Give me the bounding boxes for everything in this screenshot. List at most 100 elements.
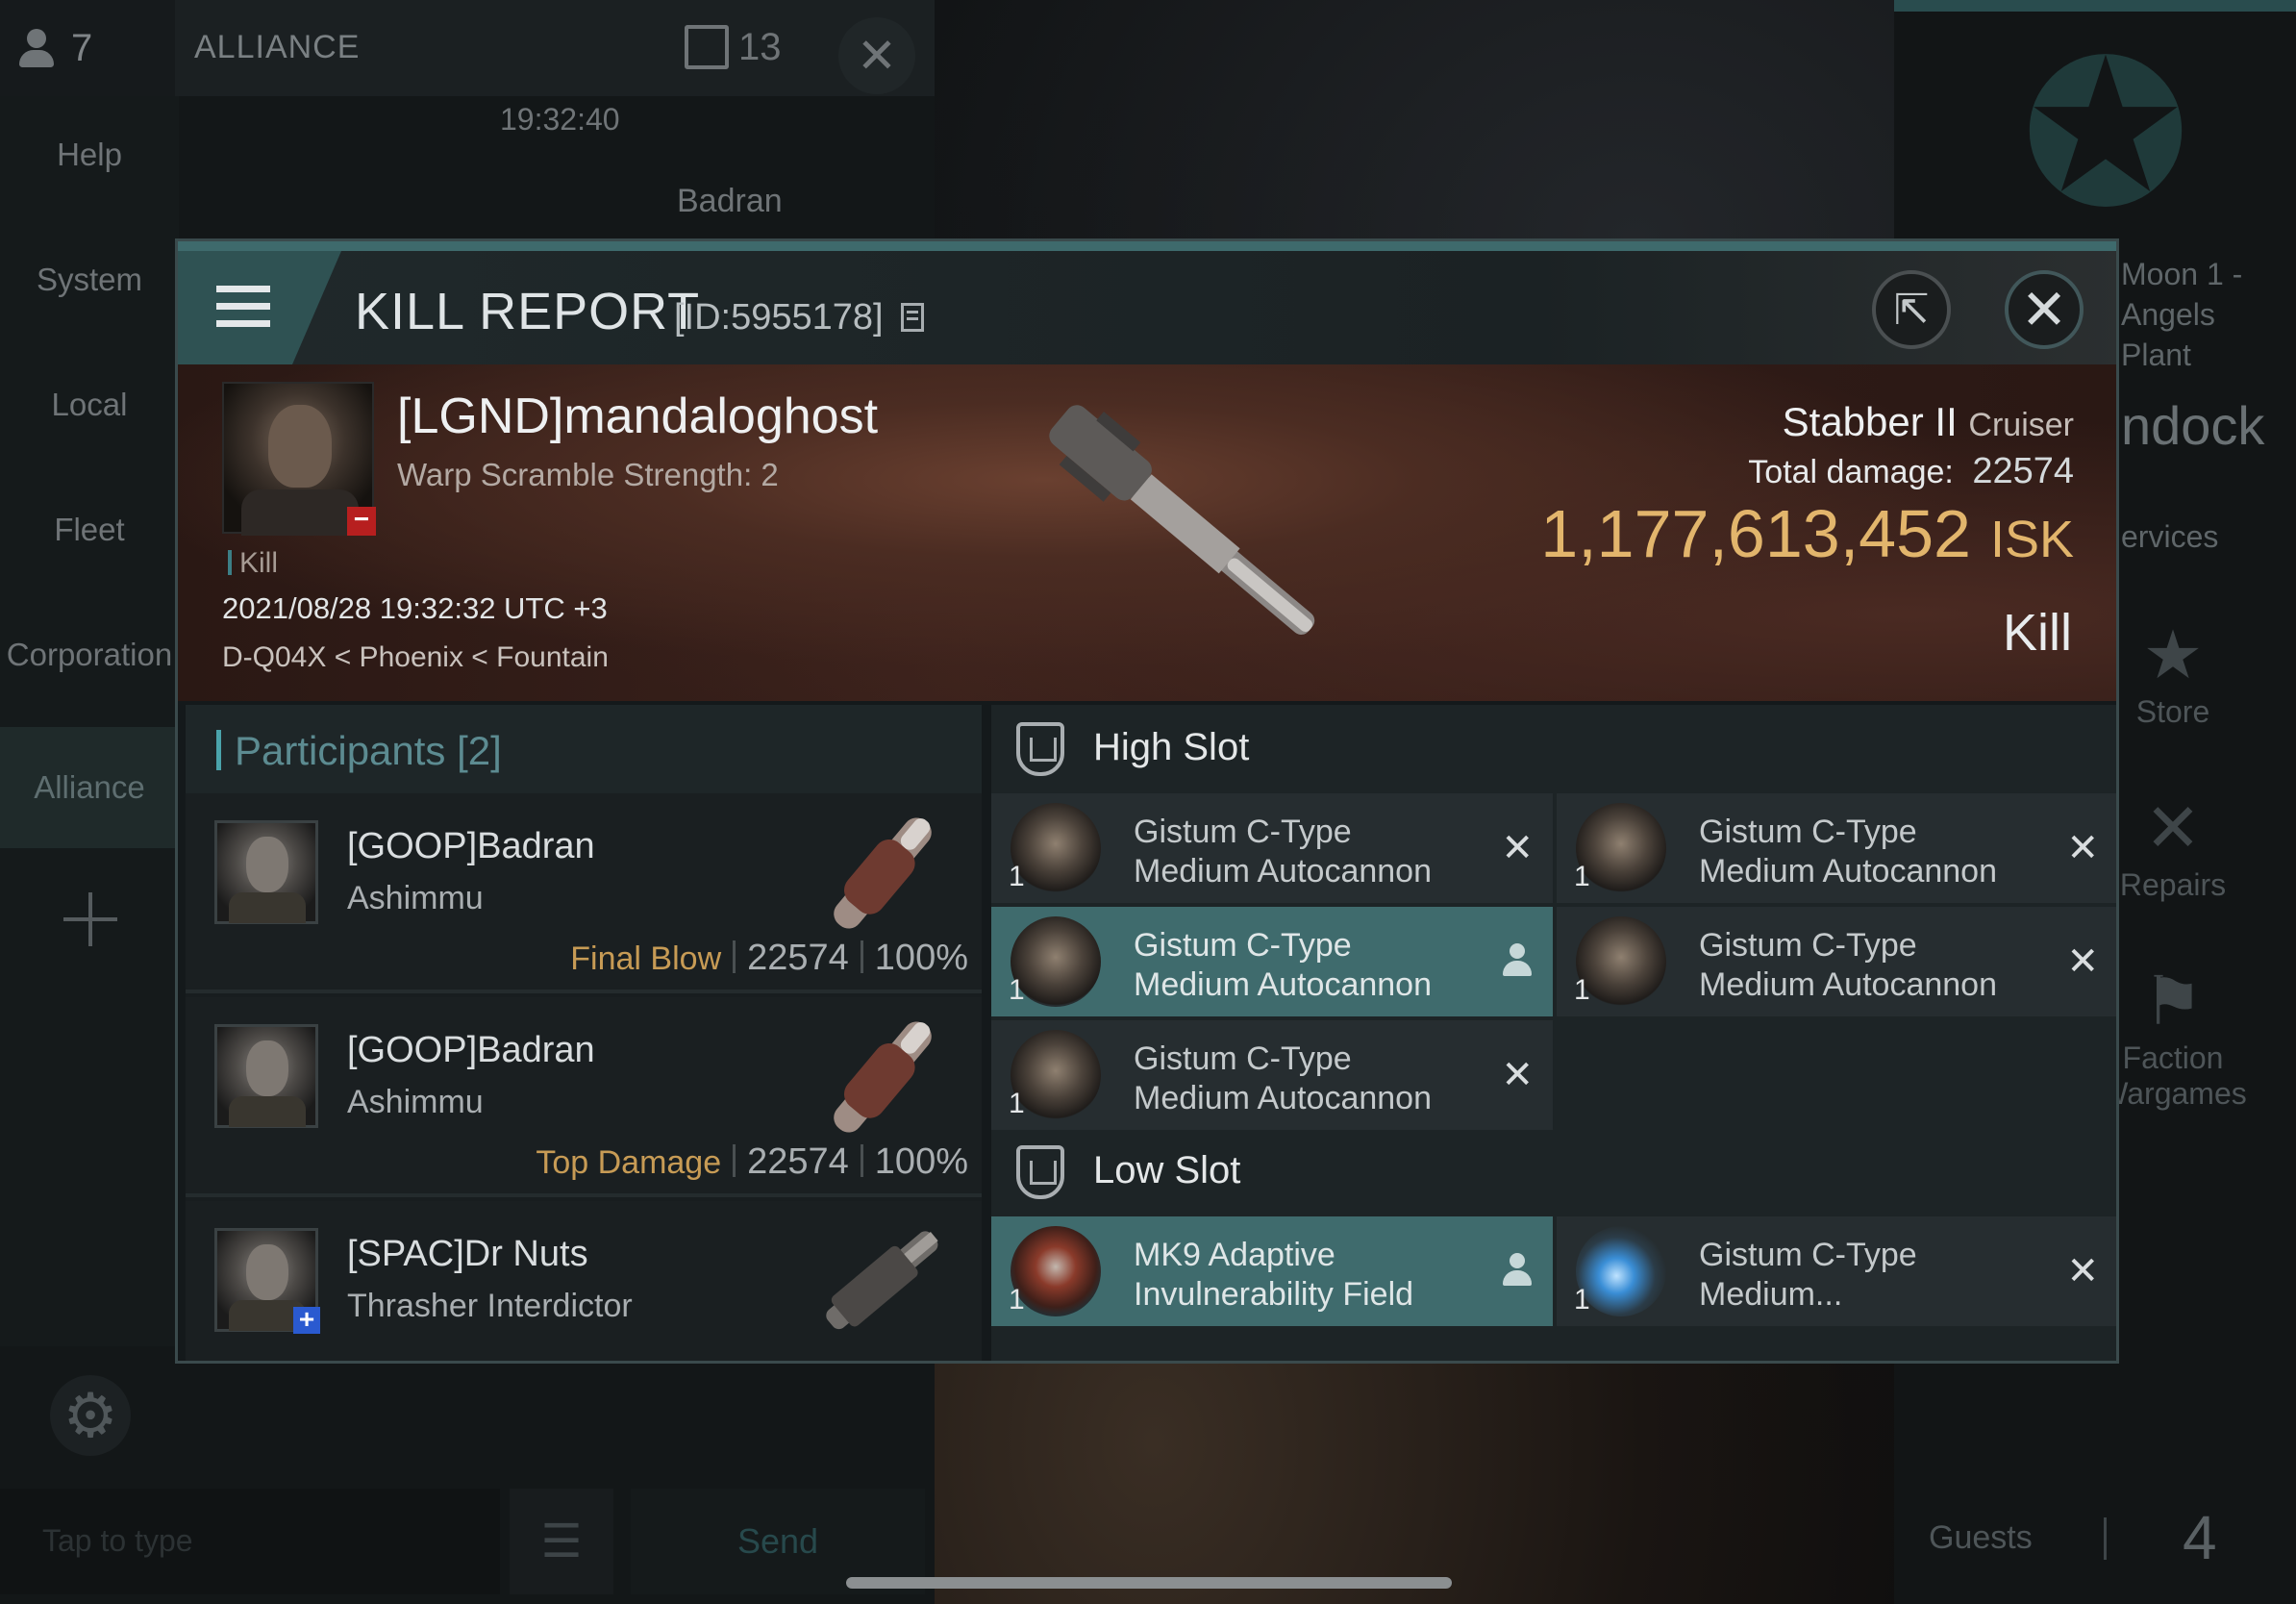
module-quantity: 1: [1009, 1088, 1025, 1119]
participants-panel: Participants [2] [GOOP]Badran Ashimmu Fi…: [186, 705, 982, 1361]
kill-banner: − [LGND]mandaloghost Warp Scramble Stren…: [178, 364, 2116, 701]
share-button[interactable]: ⇱: [1872, 270, 1951, 349]
avatar[interactable]: [214, 1024, 318, 1128]
message-icon: [685, 25, 729, 69]
chat-channel-list: Help System Local Fleet Corporation Alli…: [0, 96, 179, 1346]
faction-star-icon: ✪: [2021, 21, 2190, 247]
services-label: ervices: [2121, 519, 2219, 554]
home-indicator[interactable]: [846, 1577, 1452, 1589]
guests-label: Guests: [1929, 1519, 2033, 1556]
module-name-line: Invulnerability Field: [1134, 1276, 1414, 1313]
victim-ship-image[interactable]: [1005, 374, 1351, 691]
module-item[interactable]: 1 Gistum C-Type Medium Autocannon: [991, 907, 1553, 1016]
participant-name: [GOOP]Badran: [347, 1030, 595, 1070]
top-damage-tag: Top Damage: [536, 1144, 722, 1181]
chat-message-count: 13: [738, 25, 782, 68]
participant-ship-image: [834, 1021, 932, 1133]
participant-row[interactable]: [GOOP]Badran Ashimmu Final Blow 22574 100%: [186, 793, 982, 993]
chat-menu-button[interactable]: ☰: [510, 1489, 613, 1594]
isk-unit: ISK: [1989, 511, 2074, 568]
list-icon: ☰: [540, 1516, 583, 1567]
module-name-line: Gistum C-Type: [1134, 814, 1352, 850]
chat-message-counter[interactable]: 13: [685, 25, 782, 69]
menu-button[interactable]: [178, 251, 341, 364]
station-name: Moon 1 - Angels Plant: [2121, 254, 2242, 375]
channel-system[interactable]: System: [0, 262, 179, 298]
result-label: Kill: [2002, 604, 2072, 662]
avatar[interactable]: [214, 820, 318, 924]
module-name-line: Gistum C-Type: [1699, 1237, 1917, 1273]
undock-button[interactable]: ndock: [2121, 394, 2264, 457]
destroyed-icon: ✕: [1501, 1054, 1534, 1096]
final-blow-tag: Final Blow: [570, 940, 722, 977]
module-name: Gistum C-Type Medium Autocannon: [1134, 813, 1432, 891]
divider: [2104, 1517, 2107, 1560]
low-slot-header: Low Slot: [991, 1128, 2116, 1215]
isk-amount: 1,177,613,452: [1540, 496, 1971, 571]
participant-ship-image: [826, 1231, 938, 1330]
module-quantity: 1: [1009, 1284, 1025, 1316]
chat-members[interactable]: 7: [0, 0, 175, 96]
channel-alliance[interactable]: Alliance: [0, 727, 179, 848]
repairs-label: Repairs: [2119, 867, 2227, 902]
module-name-line: Gistum C-Type: [1134, 927, 1352, 964]
module-item[interactable]: 1 Gistum C-Type Medium Autocannon ✕: [991, 1020, 1553, 1130]
participant-ship: Ashimmu: [347, 880, 484, 916]
guests-count: 4: [2183, 1503, 2217, 1572]
high-slot-icon: [1016, 722, 1064, 776]
ship-name[interactable]: Stabber II Cruiser: [1783, 399, 2074, 445]
module-item[interactable]: 1 Gistum C-Type Medium Autocannon ✕: [1557, 793, 2116, 903]
module-name-line: Medium Autocannon: [1134, 966, 1432, 1003]
kill-report-modal: KILL REPORT [ID:5955178] ⇱ ✕ − [LGND]man…: [175, 238, 2119, 1364]
participant-ship: Ashimmu: [347, 1084, 484, 1120]
chat-sender: Badran: [677, 183, 783, 219]
module-item[interactable]: 1 Gistum C-Type Medium Autocannon ✕: [1557, 907, 2116, 1016]
module-name: Gistum C-Type Medium Autocannon: [1699, 926, 1997, 1005]
copy-icon[interactable]: [901, 303, 924, 332]
gear-icon[interactable]: ⚙: [50, 1375, 131, 1456]
module-name: Gistum C-Type Medium...: [1699, 1236, 1917, 1315]
participants-header: Participants [2]: [186, 705, 982, 793]
participant-row[interactable]: [GOOP]Badran Ashimmu Top Damage 22574 100%: [186, 997, 982, 1197]
chat-close-button[interactable]: ✕: [838, 17, 915, 94]
modal-title: KILL REPORT: [355, 283, 701, 340]
channel-corporation[interactable]: Corporation: [0, 637, 179, 673]
module-item[interactable]: 1 Gistum C-Type Medium... ✕: [1557, 1216, 2116, 1326]
faction-wargames-label: Faction Wargames: [2099, 1040, 2247, 1111]
external-link-icon: ⇱: [1893, 286, 1930, 334]
module-quantity: 1: [1574, 1284, 1590, 1316]
module-item[interactable]: 1 Gistum C-Type Medium Autocannon ✕: [991, 793, 1553, 903]
low-slot-title: Low Slot: [1093, 1149, 1241, 1191]
participant-row[interactable]: + [SPAC]Dr Nuts Thrasher Interdictor: [186, 1201, 982, 1361]
channel-fleet[interactable]: Fleet: [0, 512, 179, 548]
close-button[interactable]: ✕: [2005, 270, 2084, 349]
channel-local[interactable]: Local: [0, 387, 179, 423]
destroyed-icon: ✕: [2066, 940, 2099, 983]
victim-name[interactable]: [LGND]mandaloghost: [397, 388, 878, 445]
station-name-line: Moon 1 -: [2121, 257, 2243, 291]
module-name-line: Medium Autocannon: [1699, 966, 1997, 1003]
add-channel-icon[interactable]: [63, 892, 117, 946]
high-slot-header: High Slot: [991, 705, 2116, 791]
participant-ship-image: [834, 817, 932, 929]
kill-datetime: 2021/08/28 19:32:32 UTC +3: [222, 591, 608, 625]
module-quantity: 1: [1009, 861, 1025, 892]
participant-name: [GOOP]Badran: [347, 826, 595, 866]
total-damage-value: 22574: [1972, 451, 2074, 491]
close-icon: ✕: [857, 29, 897, 83]
module-item[interactable]: 1 MK9 Adaptive Invulnerability Field: [991, 1216, 1553, 1326]
station-topbar: [1894, 0, 2296, 12]
chat-input[interactable]: Tap to type: [0, 1489, 500, 1594]
station-name-line: Plant: [2121, 338, 2191, 372]
participant-stats: Final Blow 22574 100%: [570, 938, 968, 979]
module-quantity: 1: [1009, 974, 1025, 1006]
channel-help[interactable]: Help: [0, 137, 179, 173]
participant-damage: 22574: [747, 1141, 849, 1182]
module-name: Gistum C-Type Medium Autocannon: [1134, 926, 1432, 1005]
kill-location[interactable]: D-Q04X < Phoenix < Fountain: [222, 641, 609, 674]
module-name: MK9 Adaptive Invulnerability Field: [1134, 1236, 1413, 1315]
module-name-line: Gistum C-Type: [1134, 1040, 1352, 1077]
hostile-badge: −: [347, 506, 376, 536]
module-name-line: Medium Autocannon: [1134, 1080, 1432, 1116]
chat-timestamp: 19:32:40: [500, 102, 620, 137]
